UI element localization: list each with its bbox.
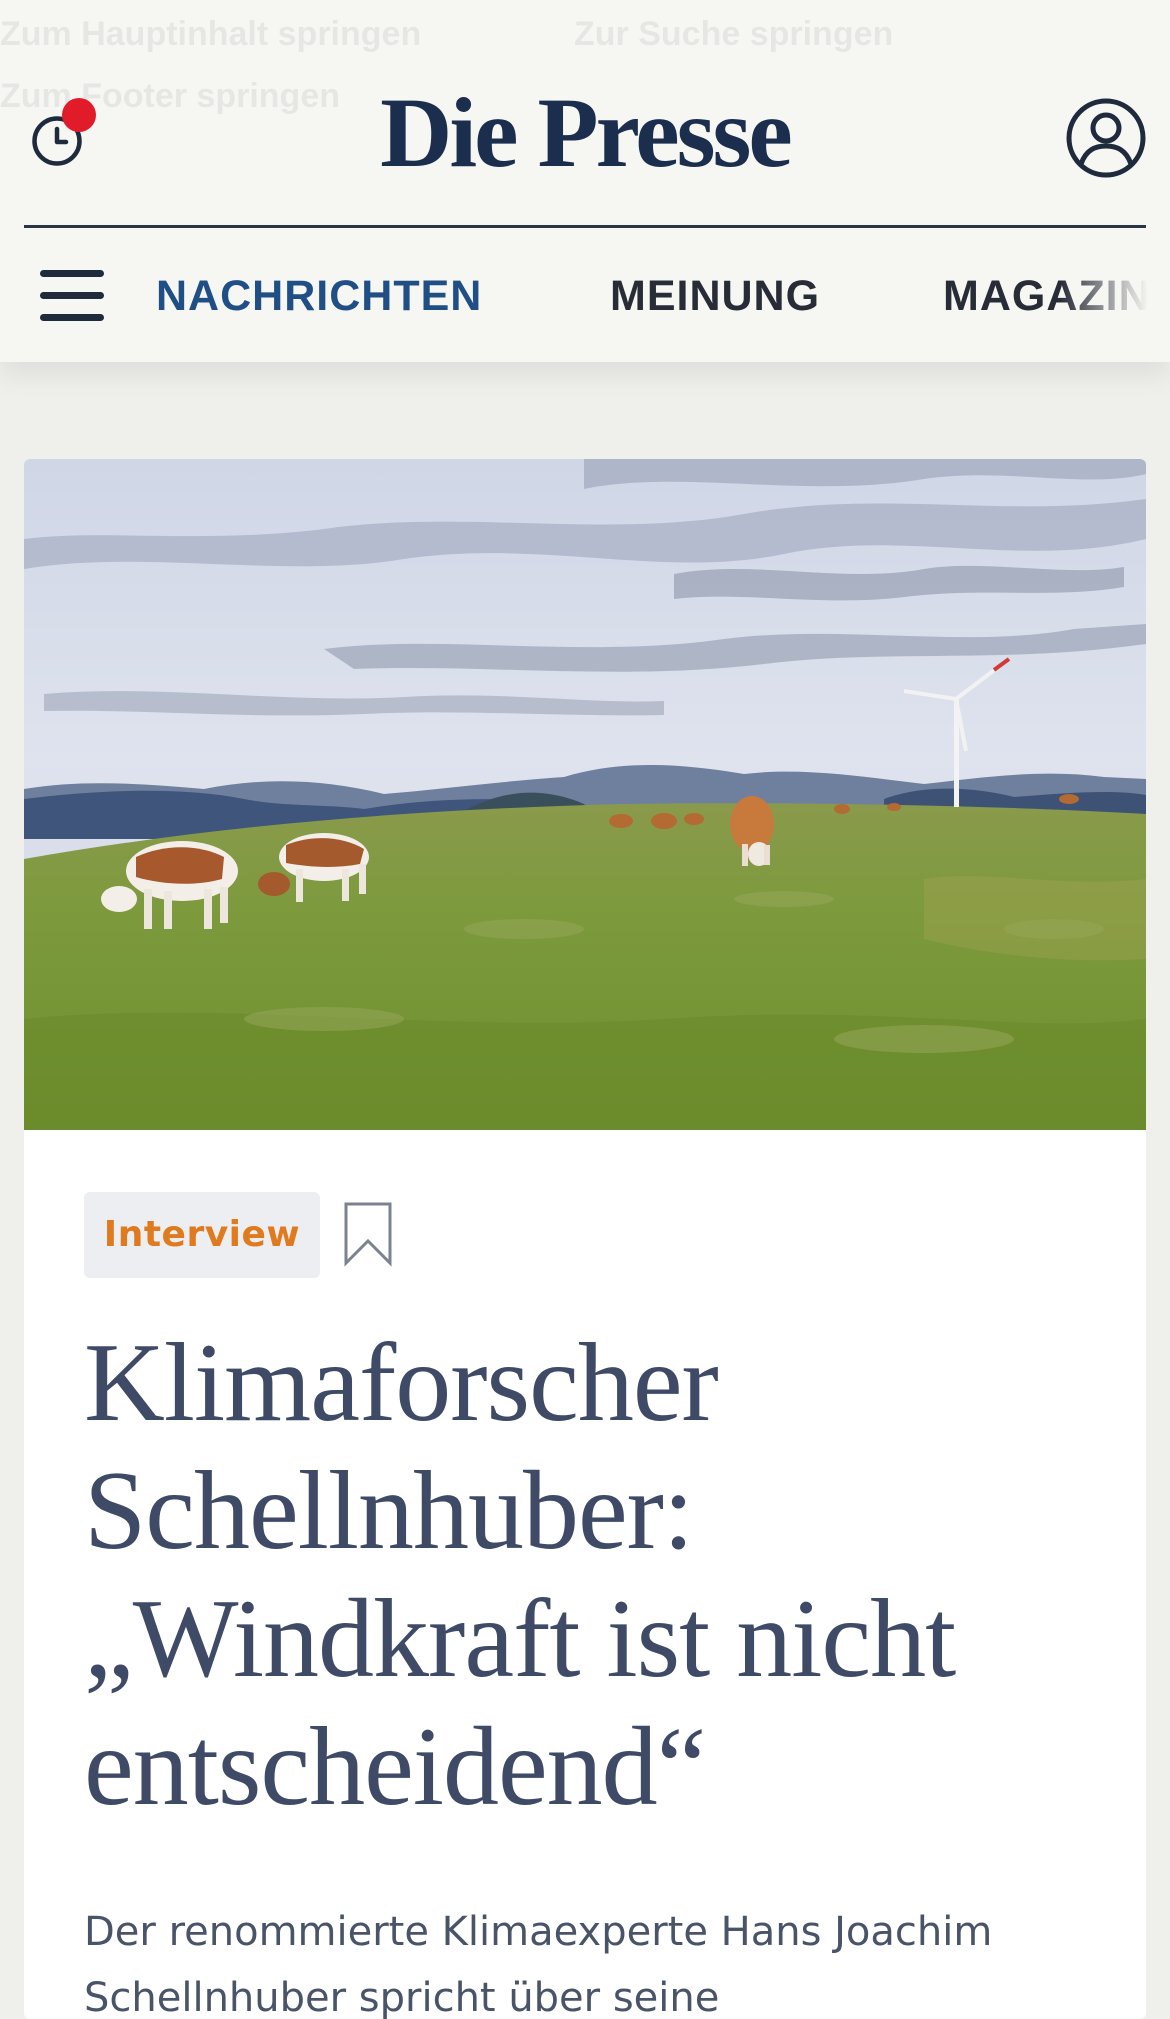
nav-item-meinung[interactable]: MEINUNG — [610, 268, 820, 324]
skip-to-search-link[interactable]: Zur Suche springen — [574, 0, 893, 76]
hamburger-menu-icon[interactable] — [36, 266, 108, 326]
article-teaser: Der renommierte Klimaexperte Hans Joachi… — [84, 1909, 993, 2019]
site-header: Zum Hauptinhalt springen Zur Suche sprin… — [0, 0, 1170, 362]
header-divider — [24, 225, 1146, 228]
nav-scroll-fade — [1060, 250, 1170, 346]
account-button[interactable] — [1064, 96, 1148, 180]
category-tag[interactable]: Interview — [84, 1192, 320, 1278]
site-logo[interactable]: Die Presse — [0, 78, 1170, 188]
bookmark-icon[interactable] — [342, 1201, 394, 1267]
article-card[interactable]: Interview Klimaforscher Schellnhuber: „W… — [24, 459, 1146, 2019]
user-account-icon — [1066, 98, 1146, 178]
article-headline[interactable]: Klimaforscher Schellnhuber: „Windkraft i… — [84, 1319, 1104, 1831]
article-hero-image[interactable] — [24, 459, 1146, 1130]
nav-item-nachrichten[interactable]: NACHRICHTEN — [156, 268, 482, 324]
